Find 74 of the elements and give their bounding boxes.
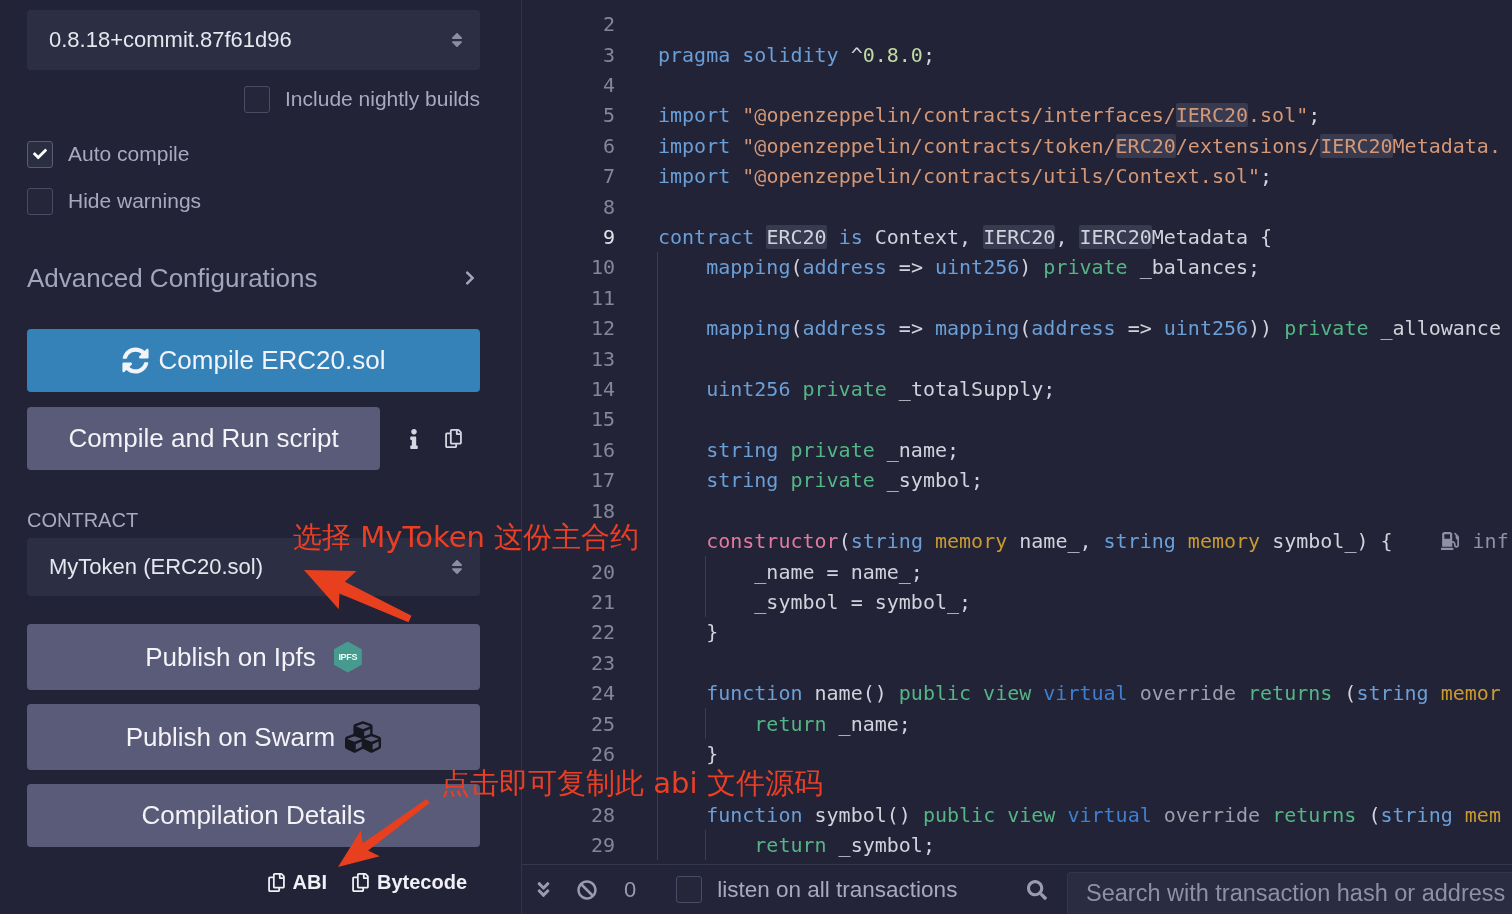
line-number: 2: [601, 12, 615, 37]
line-number: 12: [589, 316, 615, 341]
publish-button[interactable]: Publish on Ipfs IPFS: [27, 624, 480, 690]
line-number: 17: [589, 468, 615, 493]
line-number: 9: [601, 225, 615, 250]
code-line: contract ERC20 is Context, IERC20, IERC20Metadata {: [658, 225, 1273, 250]
line-number: 4: [601, 73, 615, 97]
code-line: }: [705, 620, 719, 645]
copy-link[interactable]: Bytecode: [350, 870, 467, 894]
line-number: 21: [589, 589, 615, 614]
option-label: Auto compile: [68, 142, 190, 166]
option-label: Hide warnings: [68, 189, 202, 213]
compile-button[interactable]: Compile ERC20.sol: [27, 329, 480, 392]
line-number: 29: [589, 833, 615, 858]
code-line: import "@openzeppelin/contracts/utils/Context.sol";: [658, 164, 1273, 189]
line-number: 28: [589, 802, 615, 827]
checkbox[interactable]: [676, 876, 703, 903]
copy-link[interactable]: ABI: [266, 870, 327, 894]
code-line: string private _name;: [705, 437, 960, 462]
code-line: }: [705, 741, 719, 766]
publish-button[interactable]: Publish on Swarm: [27, 704, 480, 770]
copy-icon[interactable]: [444, 429, 463, 448]
circle-slash-icon[interactable]: [577, 879, 597, 900]
checkbox[interactable]: [244, 85, 271, 113]
compile-run-script-button[interactable]: Compile and Run script: [27, 407, 380, 470]
code-line: return _name;: [753, 711, 911, 736]
line-number: 22: [589, 620, 615, 645]
compiler-version-select[interactable]: 0.8.18+commit.87f61d96: [27, 10, 480, 70]
line-number: 14: [589, 377, 615, 402]
tick-icon: [33, 147, 47, 161]
refresh-icon: [121, 347, 149, 374]
code-line: pragma solidity ^0.8.0;: [658, 42, 935, 67]
option-label: Include nightly builds: [285, 87, 480, 111]
checkbox[interactable]: [27, 140, 53, 168]
transaction-count: 0: [624, 876, 637, 903]
line-number: 24: [589, 681, 615, 706]
line-number: 13: [589, 346, 615, 371]
line-number: 16: [589, 437, 615, 462]
transaction-search-field[interactable]: Search with transaction hash or address: [1067, 872, 1512, 914]
code-line: _name = name_;: [753, 559, 923, 584]
code-line: function symbol() public view virtual override returns (string mem: [705, 802, 1501, 827]
checkbox[interactable]: [27, 187, 53, 215]
search-icon: [1027, 879, 1047, 900]
line-number: 10: [589, 255, 615, 280]
code-line: import "@openzeppelin/contracts/token/ERC20/extensions/IERC20Metadata.: [658, 133, 1501, 158]
line-number: 25: [589, 711, 615, 736]
line-number: 8: [601, 194, 615, 219]
line-number: 15: [589, 407, 615, 432]
copy-icon: [266, 872, 286, 892]
code-line: _symbol = symbol_;: [753, 589, 972, 614]
code-line: uint256 private _totalSupply;: [705, 377, 1056, 402]
code-line: string private _symbol;: [705, 468, 984, 493]
code-line: return _symbol;: [753, 833, 935, 858]
ipfs-logo: IPFS: [333, 641, 362, 673]
line-number: 26: [589, 741, 615, 766]
cubes-icon: [345, 719, 382, 755]
code-line: import "@openzeppelin/contracts/interfaces/IERC20.sol";: [658, 103, 1321, 128]
line-number: 23: [589, 650, 615, 675]
gas-estimate: inf: [1472, 529, 1509, 554]
option-label: listen on all transactions: [717, 876, 958, 903]
code-line: function name() public view virtual override returns (string memor: [705, 681, 1501, 706]
code-line: mapping(address => mapping(address => uint256)) private _allowance: [705, 316, 1501, 341]
line-number: 20: [589, 559, 615, 584]
line-number: 3: [601, 42, 615, 67]
section-label: CONTRACT: [27, 508, 139, 532]
line-number: 5: [601, 103, 615, 128]
code-line: mapping(address => uint256) private _balances;: [705, 255, 1261, 280]
line-number: 6: [601, 133, 615, 158]
code-line: constructor(string memory name_, string memory symbol_) {: [705, 529, 1393, 554]
line-number: 11: [589, 285, 615, 310]
line-number: 7: [601, 164, 615, 189]
gas-pump-icon: [1440, 532, 1459, 551]
copy-icon: [350, 872, 370, 892]
advanced-configurations-toggle[interactable]: Advanced Configurations: [27, 258, 480, 298]
